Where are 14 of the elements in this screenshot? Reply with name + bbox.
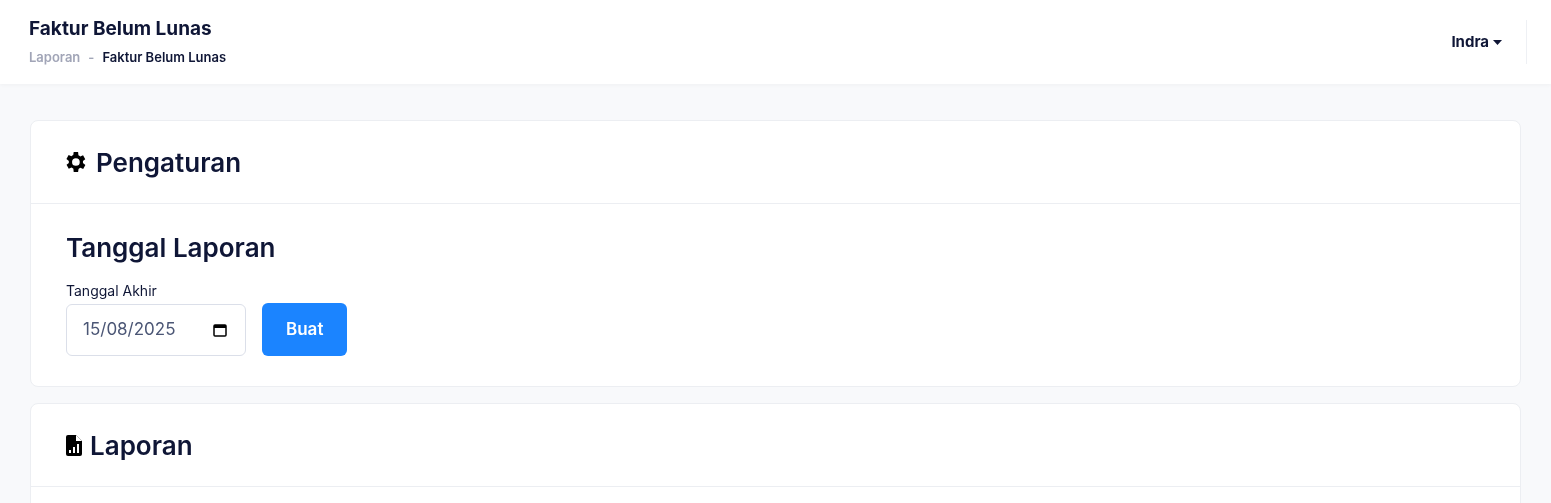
section-title: Tanggal Laporan [66,232,277,264]
gear-icon [66,151,88,173]
card-title: Pengaturan [96,145,242,180]
generate-button[interactable]: Buat [262,303,348,356]
calendar-icon[interactable] [213,322,227,337]
breadcrumb-item: Faktur Belum Lunas [102,47,227,67]
caret-icon [1493,39,1502,45]
page-title: Faktur Belum Lunas [29,16,213,41]
breadcrumb-separator: - [88,47,95,67]
card-title: Laporan [90,428,193,463]
date-field[interactable]: 15/08/2025 [66,303,246,356]
chart-document-icon [66,434,82,456]
user-menu-button[interactable]: Indra [1451,30,1526,54]
field-label: Tanggal Akhir [66,281,158,301]
